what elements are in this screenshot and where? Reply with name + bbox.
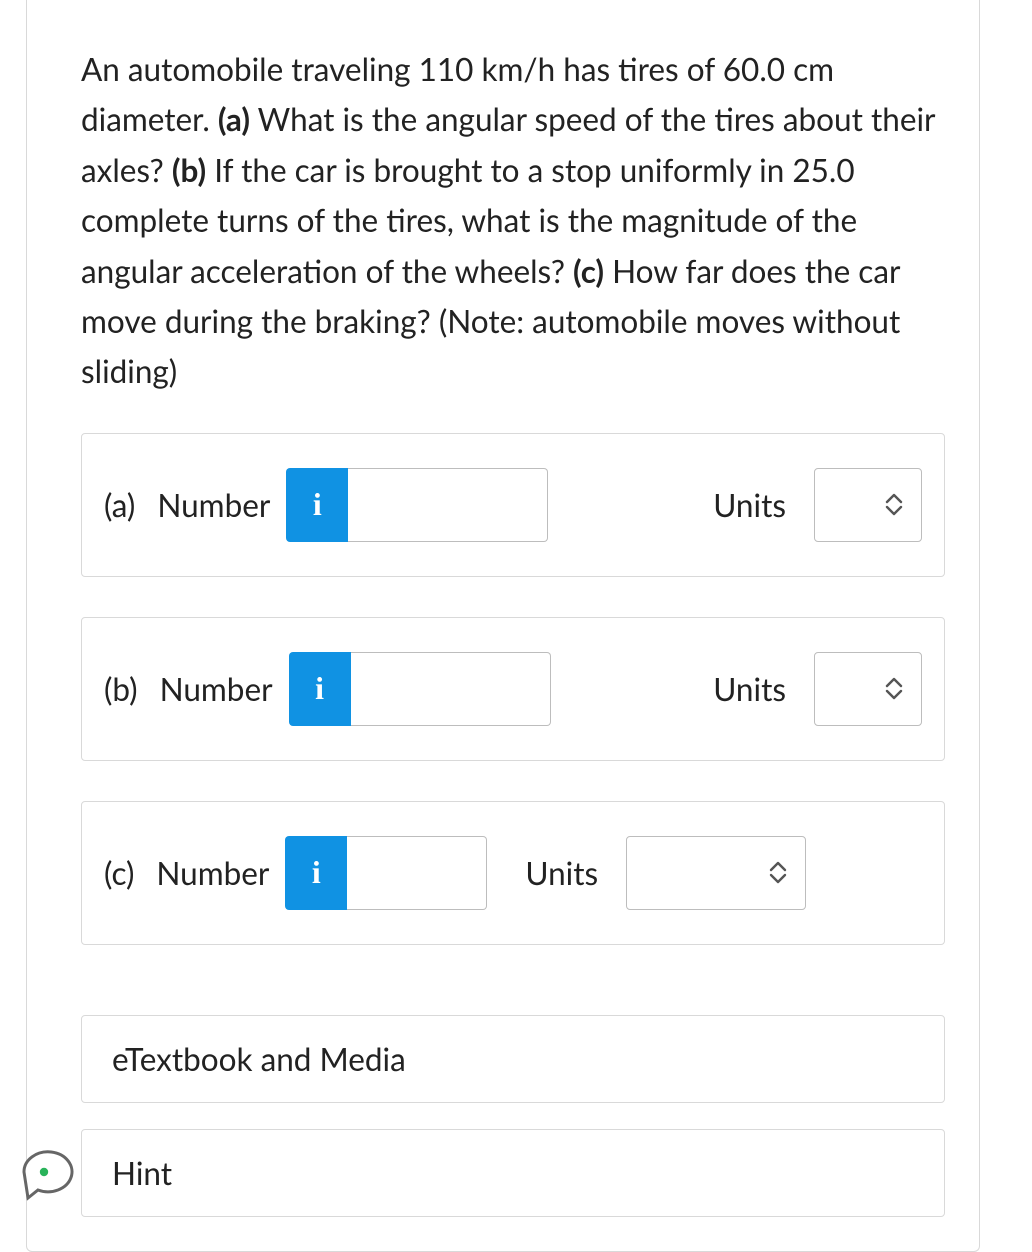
number-input-a[interactable] — [348, 468, 548, 542]
number-label-c: Number — [156, 854, 269, 892]
number-input-b[interactable] — [351, 652, 551, 726]
part-a-label: (a) — [218, 100, 250, 138]
units-select-c[interactable] — [626, 836, 806, 910]
hint-button[interactable]: Hint — [81, 1129, 945, 1217]
question-card: An automobile traveling 110 km/h has tir… — [26, 0, 980, 1252]
info-icon[interactable]: i — [285, 836, 347, 910]
number-label-a: Number — [157, 486, 270, 524]
etextbook-button[interactable]: eTextbook and Media — [81, 1015, 945, 1103]
chevron-updown-icon — [885, 677, 903, 700]
chat-bubble-icon[interactable] — [16, 1142, 80, 1206]
chevron-updown-icon — [769, 861, 787, 884]
number-input-group-b: i — [289, 652, 551, 726]
part-b-label: (b) — [172, 151, 206, 189]
part-label-a: (a) — [104, 486, 135, 524]
number-input-group-c: i — [285, 836, 487, 910]
answer-row-a: (a) Number i Units — [81, 433, 945, 577]
units-label-c: Units — [525, 854, 598, 892]
info-icon[interactable]: i — [289, 652, 351, 726]
units-select-a[interactable] — [814, 468, 922, 542]
part-c-label: (c) — [573, 252, 604, 290]
number-input-group-a: i — [286, 468, 548, 542]
question-text: An automobile traveling 110 km/h has tir… — [81, 44, 945, 397]
number-input-c[interactable] — [347, 836, 487, 910]
info-icon[interactable]: i — [286, 468, 348, 542]
units-label-a: Units — [713, 486, 786, 524]
chevron-updown-icon — [885, 493, 903, 516]
units-label-b: Units — [713, 670, 786, 708]
part-label-c: (c) — [104, 854, 134, 892]
answer-row-c: (c) Number i Units — [81, 801, 945, 945]
part-label-b: (b) — [104, 670, 138, 708]
answer-row-b: (b) Number i Units — [81, 617, 945, 761]
units-select-b[interactable] — [814, 652, 922, 726]
number-label-b: Number — [160, 670, 273, 708]
